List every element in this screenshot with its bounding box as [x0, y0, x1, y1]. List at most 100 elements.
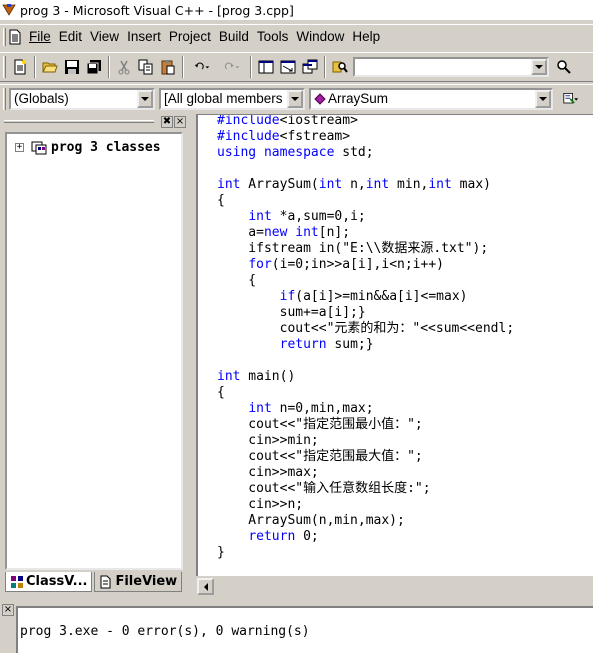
workspace-icon: [258, 60, 274, 74]
code-line[interactable]: int n=0,min,max;: [217, 401, 514, 417]
code-line[interactable]: cout<<"指定范围最大值：";: [217, 449, 514, 465]
menubar-grip[interactable]: [3, 27, 6, 46]
scroll-left-button[interactable]: [197, 578, 214, 595]
cut-button[interactable]: [113, 56, 135, 78]
undo-button[interactable]: [187, 56, 217, 78]
redo-button[interactable]: [217, 56, 247, 78]
code-line[interactable]: int ArraySum(int n,int min,int max): [217, 177, 514, 193]
code-line[interactable]: #include<iostream>: [217, 115, 514, 129]
expand-icon[interactable]: +: [15, 143, 24, 152]
find-button[interactable]: [553, 56, 575, 78]
output-area[interactable]: prog 3.exe - 0 error(s), 0 warning(s): [16, 606, 593, 653]
classes-icon: [31, 141, 47, 154]
save-button[interactable]: [61, 56, 83, 78]
pane-splitter[interactable]: [190, 114, 194, 596]
output-button[interactable]: [277, 56, 299, 78]
code-line[interactable]: int *a,sum=0,i;: [217, 209, 514, 225]
code-token: a=: [217, 225, 264, 240]
code-line[interactable]: cin>>n;: [217, 497, 514, 513]
chevron-down-icon[interactable]: [137, 89, 153, 108]
paste-button[interactable]: [157, 56, 179, 78]
tab-classview[interactable]: ClassV...: [5, 572, 93, 592]
code-line[interactable]: {: [217, 385, 514, 401]
document-icon[interactable]: [8, 29, 22, 45]
menu-help[interactable]: Help: [349, 29, 384, 44]
code-line[interactable]: [217, 353, 514, 369]
filter-combo[interactable]: [All global members: [159, 87, 305, 110]
code-line[interactable]: }: [217, 545, 514, 561]
workspace-close-button[interactable]: ×: [174, 116, 186, 128]
workspace-restore-button[interactable]: ✖: [161, 116, 173, 128]
code-keyword: for: [248, 257, 272, 272]
code-token: std;: [334, 145, 374, 160]
code-text[interactable]: #include<iostream> #include<fstream> using…: [217, 115, 515, 561]
method-icon: [314, 92, 326, 105]
chevron-down-icon[interactable]: [535, 89, 551, 108]
code-line[interactable]: cout<<"指定范围最小值：";: [217, 417, 514, 433]
class-combo[interactable]: (Globals): [9, 87, 155, 110]
tab-fileview[interactable]: FileView: [94, 572, 183, 592]
toolbar-grip[interactable]: [3, 56, 6, 78]
code-line[interactable]: {: [217, 273, 514, 289]
tree-root-item[interactable]: + prog 3 classes: [15, 140, 161, 155]
code-line[interactable]: return 0;: [217, 529, 514, 545]
code-line[interactable]: sum+=a[i];}: [217, 305, 514, 321]
output-header: ×: [2, 604, 16, 650]
code-token: cout<<"指定范围最小值：";: [217, 417, 423, 432]
code-line[interactable]: using namespace std;: [217, 145, 514, 161]
menu-view[interactable]: View: [87, 29, 123, 44]
fileview-icon: [100, 575, 111, 588]
member-combo[interactable]: ArraySum: [309, 87, 553, 110]
code-keyword: int: [295, 225, 319, 240]
open-button[interactable]: [39, 56, 61, 78]
class-tree[interactable]: + prog 3 classes: [5, 132, 183, 570]
code-line[interactable]: cin>>max;: [217, 465, 514, 481]
output-close-button[interactable]: ×: [2, 604, 14, 616]
output-pane: × prog 3.exe - 0 error(s), 0 warning(s): [0, 598, 593, 653]
workspace-grip[interactable]: [4, 120, 154, 123]
code-line[interactable]: [217, 161, 514, 177]
menu-insert[interactable]: Insert: [124, 29, 165, 44]
copy-button[interactable]: [135, 56, 157, 78]
code-line[interactable]: for(i=0;in>>a[i],i<n;i++): [217, 257, 514, 273]
workspace-button[interactable]: [255, 56, 277, 78]
chevron-down-icon[interactable]: [531, 59, 547, 75]
code-line[interactable]: a=new int[n];: [217, 225, 514, 241]
menu-file[interactable]: File: [26, 29, 55, 44]
code-line[interactable]: {: [217, 193, 514, 209]
output-icon: [280, 60, 296, 74]
code-keyword: if: [279, 289, 296, 304]
wizardbar-grip[interactable]: [3, 87, 6, 110]
menu-edit[interactable]: Edit: [56, 29, 86, 44]
code-line[interactable]: return sum;}: [217, 337, 514, 353]
find-in-files-button[interactable]: [329, 56, 351, 78]
code-token: (i=0;in>>a[i],i<n;i++): [271, 257, 444, 272]
chevron-down-icon[interactable]: [287, 89, 303, 108]
wizard-action-icon: [563, 92, 579, 104]
code-line[interactable]: #include<fstream>: [217, 129, 514, 145]
code-editor[interactable]: #include<iostream> #include<fstream> using…: [196, 114, 593, 576]
new-text-file-button[interactable]: [9, 56, 31, 78]
save-all-button[interactable]: [83, 56, 105, 78]
find-combo[interactable]: [353, 57, 549, 77]
code-line[interactable]: ArraySum(n,min,max);: [217, 513, 514, 529]
code-line[interactable]: int main(): [217, 369, 514, 385]
visual-cpp-app-icon: [2, 4, 16, 16]
window-list-button[interactable]: [299, 56, 321, 78]
save-all-icon: [86, 60, 101, 75]
code-line[interactable]: cin>>min;: [217, 433, 514, 449]
wizard-action-button[interactable]: [557, 88, 585, 110]
code-line[interactable]: cout<<"元素的和为："<<sum<<endl;: [217, 321, 515, 337]
code-line[interactable]: if(a[i]>=min&&a[i]<=max): [217, 289, 514, 305]
menu-project[interactable]: Project: [166, 29, 215, 44]
menu-window[interactable]: Window: [293, 29, 348, 44]
menu-tools[interactable]: Tools: [254, 29, 293, 44]
horizontal-scrollbar[interactable]: [196, 577, 593, 596]
code-line[interactable]: cout<<"输入任意数组长度:";: [217, 481, 514, 497]
toolbar-separator: [324, 56, 326, 78]
menu-build[interactable]: Build: [216, 29, 253, 44]
code-keyword: int: [217, 177, 241, 192]
code-token: {: [217, 385, 225, 400]
code-line[interactable]: ifstream in("E:\\数据来源.txt");: [217, 241, 514, 257]
toolbar-separator: [108, 56, 110, 78]
